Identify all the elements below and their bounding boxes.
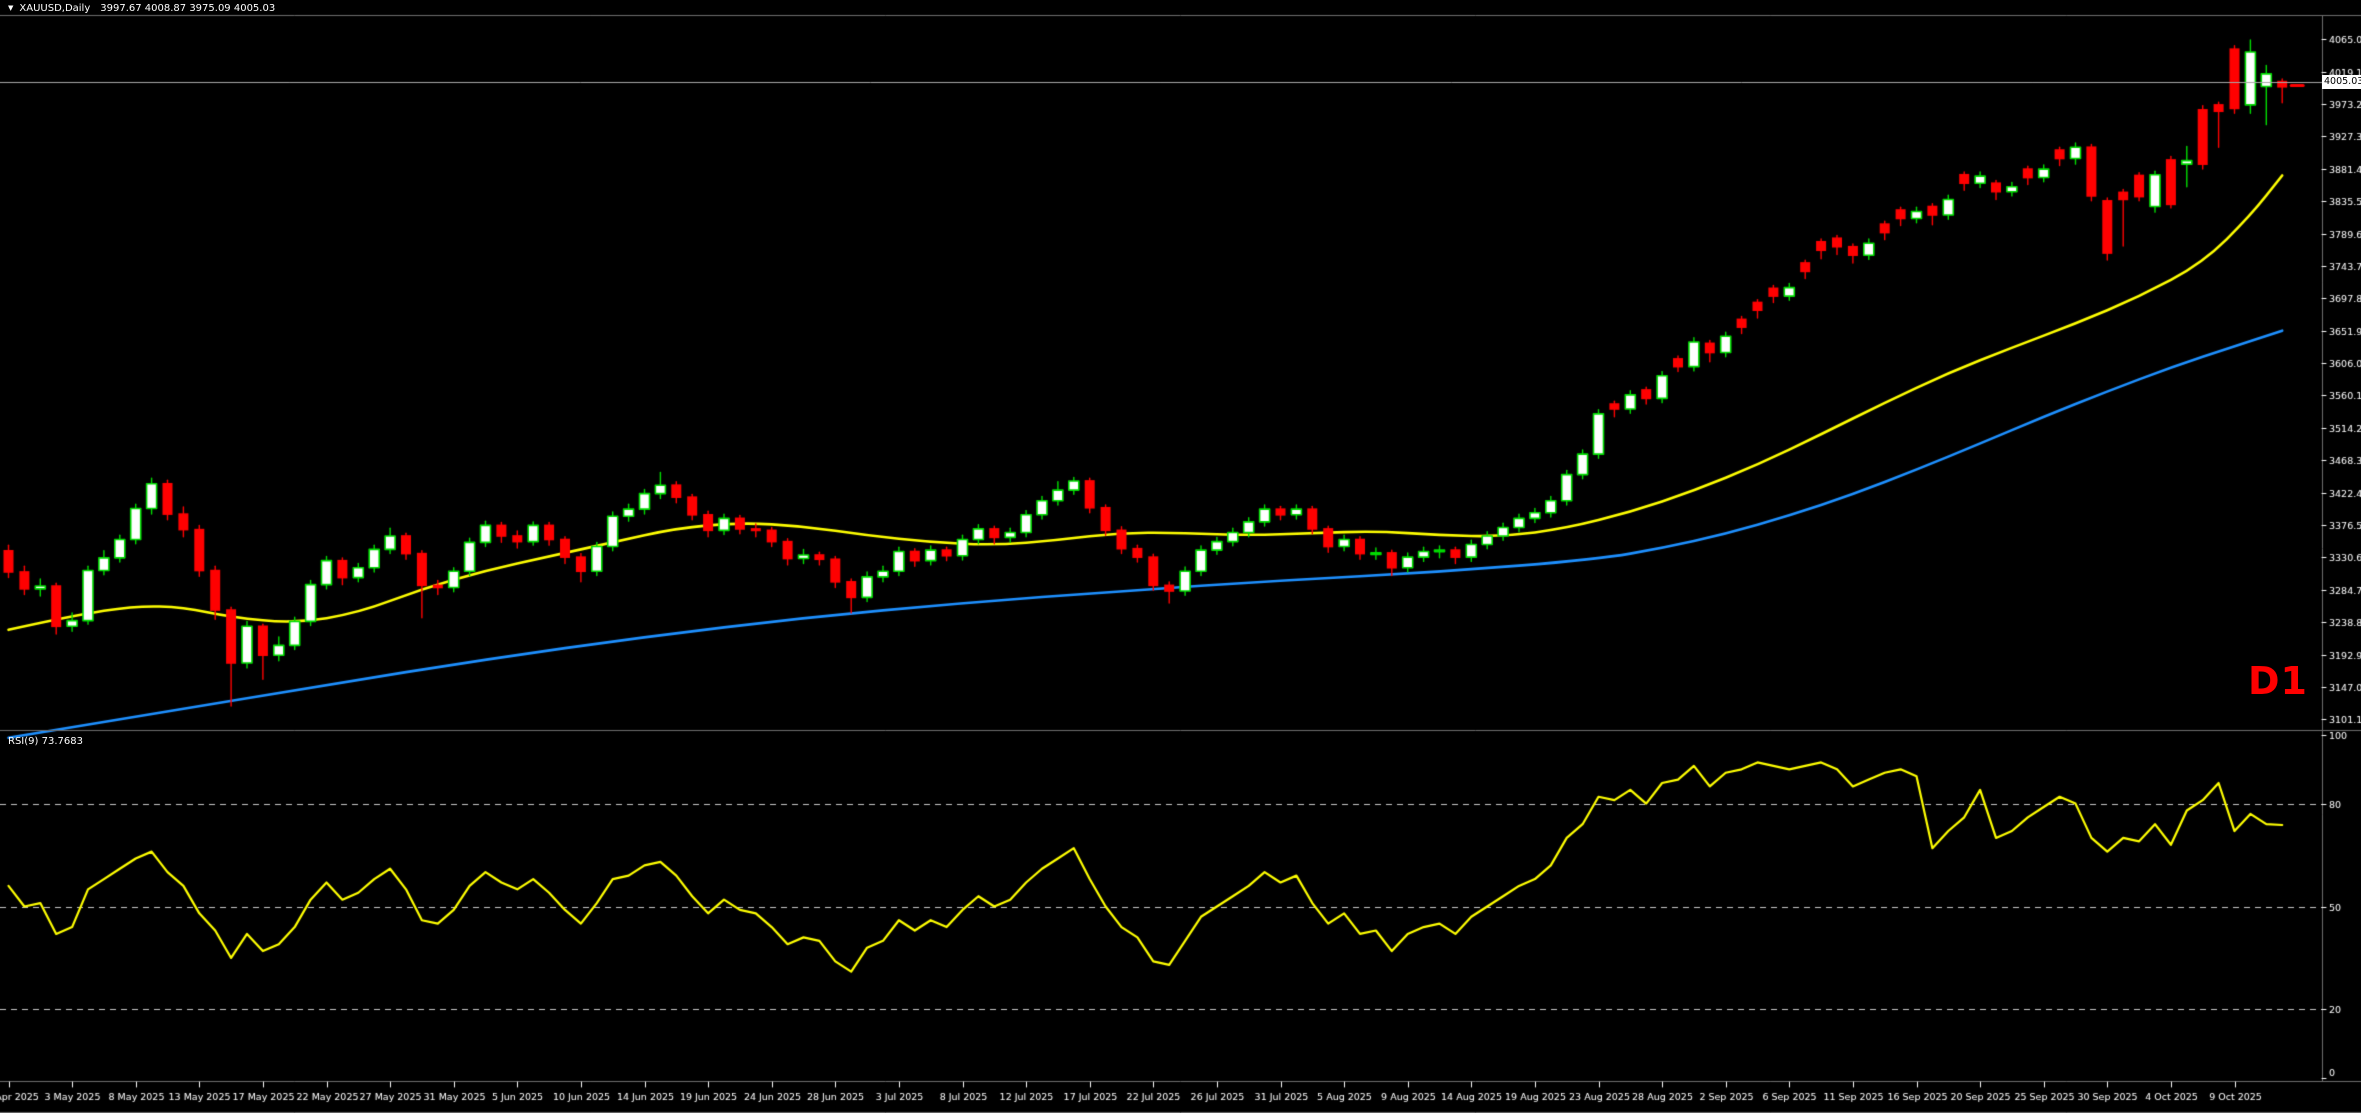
symbol-period-label: XAUUSD,Daily: [19, 3, 90, 14]
price-axis[interactable]: [2322, 16, 2361, 1081]
triangle-down-icon[interactable]: ▼: [8, 5, 13, 12]
chart-title-bar: ▼ XAUUSD,Daily 3997.67 4008.87 3975.09 4…: [8, 2, 275, 14]
mt4-chart-window: ▼ XAUUSD,Daily 3997.67 4008.87 3975.09 4…: [0, 0, 2361, 1113]
rsi-panel[interactable]: [0, 731, 2322, 1081]
main-price-panel[interactable]: [0, 16, 2322, 730]
time-axis[interactable]: [0, 1082, 2361, 1113]
ohlc-quote-label: 3997.67 4008.87 3975.09 4005.03: [100, 3, 275, 14]
